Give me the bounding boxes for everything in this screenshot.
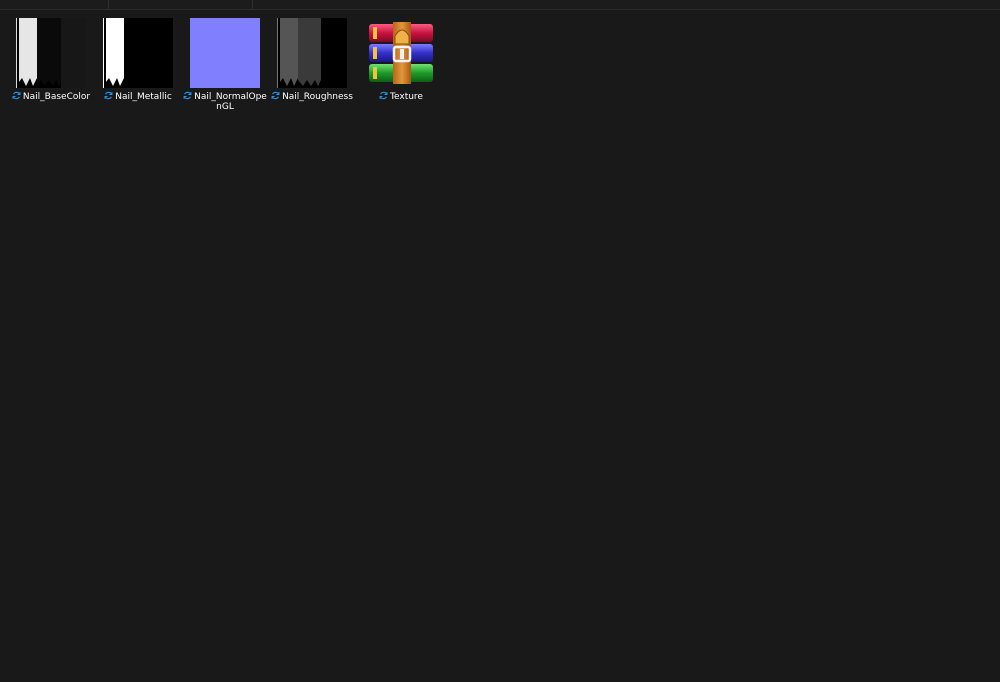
file-name: Nail_BaseColor [22,92,91,102]
sync-icon [183,91,192,100]
file-thumbnail [190,18,260,88]
file-item[interactable]: Nail_Roughness [269,16,355,126]
file-thumbnail [103,18,173,88]
file-item[interactable]: Nail_BaseColor [8,16,94,126]
sync-icon [12,91,21,100]
sync-icon [104,91,113,100]
toolbar-divider [252,0,253,9]
sync-icon [271,91,280,100]
archive-icon [366,18,436,88]
file-thumbnail [277,18,347,88]
file-item[interactable]: Texture [358,16,444,126]
file-list: Nail_BaseColor Nail_Metallic Nail_Normal… [0,10,1000,682]
file-item[interactable]: Nail_NormalOpenGL [182,16,268,126]
file-name: Texture [390,92,423,102]
toolbar-divider [108,0,109,9]
sync-icon [379,91,388,100]
toolbar-strip [0,0,1000,10]
file-item[interactable]: Nail_Metallic [95,16,181,126]
file-name: Nail_NormalOpenGL [194,92,267,112]
file-name: Nail_Metallic [115,92,172,102]
file-name: Nail_Roughness [282,92,353,102]
file-thumbnail [16,18,86,88]
